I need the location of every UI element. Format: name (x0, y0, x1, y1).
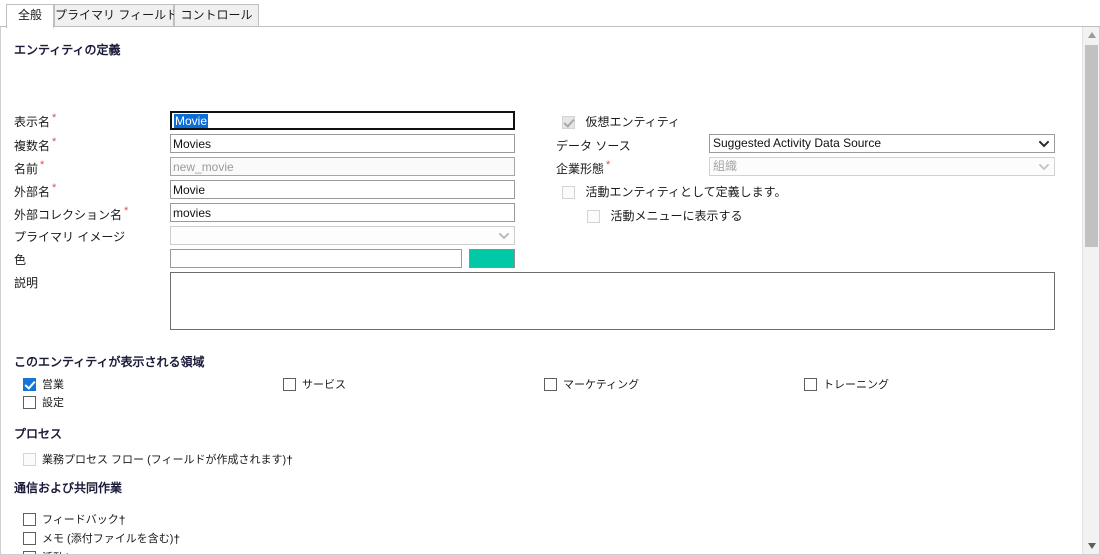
show-in-activity-menu-checkbox[interactable] (587, 210, 600, 223)
label-plural-name-text: 複数名 (14, 139, 51, 153)
plural-name-input[interactable] (170, 134, 515, 153)
scroll-down-arrow-icon[interactable] (1083, 538, 1099, 554)
communication-item-checkbox[interactable] (23, 513, 36, 526)
communication-item-checkbox[interactable] (23, 532, 36, 545)
label-display-name: 表示名 * (14, 113, 56, 130)
chevron-down-icon (499, 231, 509, 240)
label-external-collection-name-text: 外部コレクション名 (14, 208, 123, 222)
area-label: 営業 (42, 379, 64, 391)
dagger-icon: † (118, 513, 126, 527)
dagger-icon: † (64, 551, 71, 554)
label-external-name-text: 外部名 (14, 185, 51, 199)
define-as-activity-row[interactable]: 活動エンティティとして定義します。 (562, 183, 786, 202)
area-checkbox[interactable] (544, 378, 557, 391)
label-data-source: データ ソース (556, 139, 631, 153)
show-in-activity-menu-label: 活動メニューに表示する (610, 209, 743, 223)
communication-item-label: フィードバック (42, 514, 119, 526)
area-checkbox[interactable] (283, 378, 296, 391)
area-label: マーケティング (563, 379, 640, 391)
label-name-text: 名前 (14, 162, 39, 176)
primary-image-select[interactable] (170, 226, 515, 245)
area-checkbox-row[interactable]: サービス (283, 376, 346, 394)
label-ownership: 企業形態 * (556, 160, 610, 177)
area-label: トレーニング (823, 379, 889, 391)
scrollbar-thumb[interactable] (1085, 45, 1098, 247)
virtual-entity-checkbox-row[interactable]: 仮想エンティティ (562, 113, 680, 132)
virtual-entity-label: 仮想エンティティ (585, 115, 681, 129)
entity-form-panel: エンティティの定義 表示名 * 複数名 * 名前 * 外部名 * 外部コレクション名 * … (0, 27, 1100, 555)
required-marker: * (52, 182, 57, 194)
area-checkbox-row[interactable]: 設定 (23, 394, 64, 412)
required-marker: * (606, 159, 611, 171)
required-marker: * (52, 112, 57, 124)
label-external-collection-name: 外部コレクション名 * (14, 206, 128, 223)
label-plural-name: 複数名 * (14, 137, 56, 154)
communication-item-row[interactable]: メモ (添付ファイルを含む)† (23, 530, 180, 548)
communication-item-row[interactable]: 活動† (23, 549, 71, 554)
chevron-down-icon (1039, 139, 1049, 148)
scroll-up-arrow-icon[interactable] (1083, 27, 1099, 44)
process-item-label: 業務プロセス フロー (フィールドが作成されます) (42, 454, 287, 466)
label-display-name-text: 表示名 (14, 115, 51, 129)
display-name-input[interactable] (170, 111, 515, 130)
chevron-down-icon (1039, 162, 1049, 171)
dagger-icon: † (173, 532, 181, 546)
process-item-row[interactable]: 業務プロセス フロー (フィールドが作成されます)† (23, 451, 293, 469)
data-source-value: Suggested Activity Data Source (713, 136, 882, 150)
show-in-activity-menu-row[interactable]: 活動メニューに表示する (587, 207, 742, 226)
label-primary-image: プライマリ イメージ (14, 230, 126, 244)
required-marker: * (124, 205, 129, 217)
communication-item-row[interactable]: フィードバック† (23, 511, 125, 529)
area-label: 設定 (42, 397, 64, 409)
tab-strip: 全般 プライマリ フィールド コントロール (0, 0, 1100, 28)
label-color: 色 (14, 253, 27, 267)
process-item-checkbox[interactable] (23, 453, 36, 466)
area-checkbox[interactable] (804, 378, 817, 391)
data-source-select[interactable]: Suggested Activity Data Source (709, 134, 1055, 153)
color-swatch[interactable] (469, 249, 515, 268)
area-checkbox-row[interactable]: トレーニング (804, 376, 889, 394)
section-heading-areas: このエンティティが表示される領域 (14, 355, 205, 369)
tab-controls[interactable]: コントロール (174, 4, 259, 27)
ownership-select[interactable]: 組織 (709, 157, 1055, 176)
communication-item-checkbox[interactable] (23, 551, 36, 554)
communication-item-label: メモ (添付ファイルを含む) (42, 533, 174, 545)
define-as-activity-checkbox[interactable] (562, 186, 575, 199)
area-checkbox[interactable] (23, 378, 36, 391)
color-input[interactable] (170, 249, 462, 268)
virtual-entity-checkbox[interactable] (562, 116, 575, 129)
external-collection-name-input[interactable] (170, 203, 515, 222)
label-description: 説明 (14, 276, 39, 290)
tab-primary-field[interactable]: プライマリ フィールド (54, 4, 178, 27)
area-checkbox-row[interactable]: マーケティング (544, 376, 639, 394)
name-input[interactable] (170, 157, 515, 176)
area-checkbox[interactable] (23, 396, 36, 409)
description-textarea[interactable] (170, 272, 1055, 330)
vertical-scrollbar[interactable] (1082, 27, 1099, 554)
define-as-activity-label: 活動エンティティとして定義します。 (585, 185, 787, 199)
tab-general[interactable]: 全般 (6, 4, 54, 28)
external-name-input[interactable] (170, 180, 515, 199)
label-name: 名前 * (14, 160, 44, 177)
ownership-value: 組織 (713, 159, 738, 173)
area-checkbox-row[interactable]: 営業 (23, 376, 64, 394)
dagger-icon: † (286, 453, 293, 467)
section-heading-communication: 通信および共同作業 (14, 481, 123, 495)
section-heading-entity-definition: エンティティの定義 (14, 43, 121, 57)
section-heading-process: プロセス (14, 427, 63, 441)
label-ownership-text: 企業形態 (556, 162, 605, 176)
required-marker: * (40, 159, 45, 171)
required-marker: * (52, 136, 57, 148)
label-external-name: 外部名 * (14, 183, 56, 200)
area-label: サービス (302, 379, 346, 391)
